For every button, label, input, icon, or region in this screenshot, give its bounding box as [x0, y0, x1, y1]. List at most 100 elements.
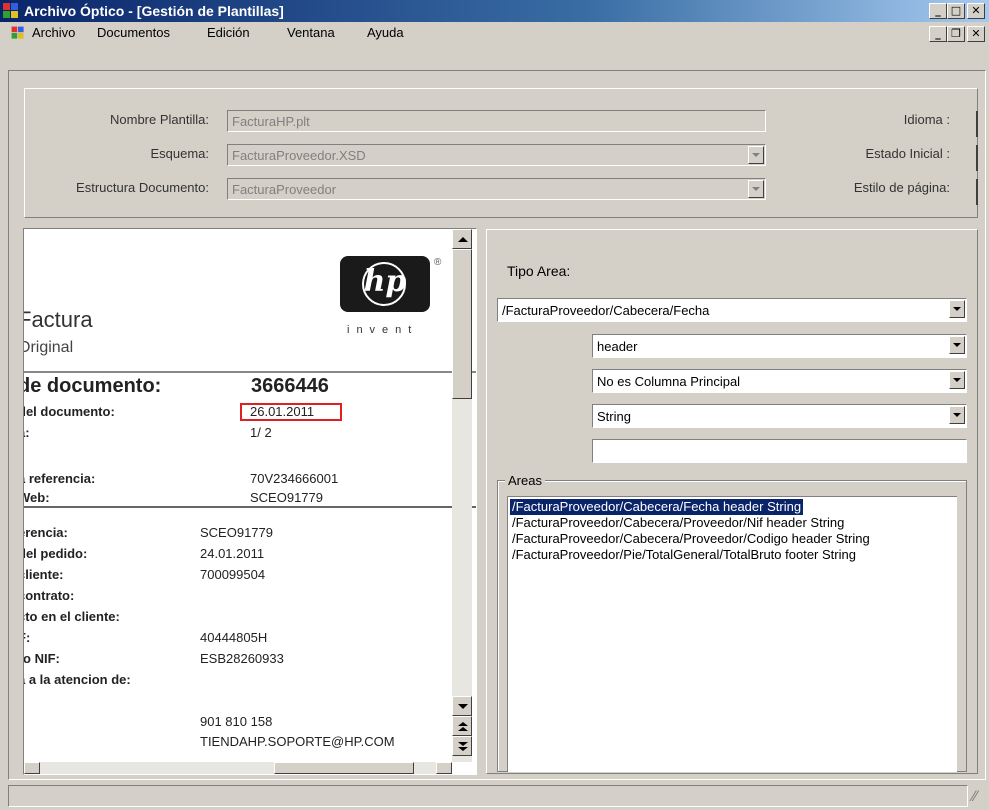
estilo-field-edge: [976, 179, 978, 205]
column-value: No es Columna Principal: [597, 374, 741, 389]
registered-mark: ®: [434, 257, 442, 268]
window-title: Archivo Óptico - [Gestión de Plantillas]: [24, 3, 284, 19]
menu-archivo[interactable]: Archivo: [32, 25, 75, 40]
list-item[interactable]: /FacturaProveedor/Pie/TotalGeneral/Total…: [510, 547, 858, 563]
page-down-button[interactable]: [452, 736, 472, 756]
row-label: del pedido:: [24, 546, 88, 561]
row-value: 40444805H: [200, 630, 268, 645]
app-icon[interactable]: [3, 3, 19, 19]
doc-rule: [24, 371, 476, 373]
scroll-left-button[interactable]: [24, 762, 40, 774]
type-select[interactable]: String: [592, 404, 967, 428]
row-label: a a la atencion de:: [24, 672, 131, 687]
menu-bar: Archivo Documentos Edición Ventana Ayuda…: [0, 22, 989, 44]
list-item[interactable]: /FacturaProveedor/Cabecera/Proveedor/Cod…: [510, 531, 872, 547]
row-value: 700099504: [200, 567, 266, 582]
horizontal-scrollbar[interactable]: [24, 762, 452, 774]
chevron-down-icon[interactable]: [748, 180, 764, 198]
h-scroll-thumb[interactable]: [274, 762, 414, 774]
section-value: header: [597, 339, 638, 354]
doc-title: Factura: [24, 307, 93, 332]
status-bar: ⁄⁄: [0, 781, 989, 810]
hp-logo: hp: [340, 256, 430, 312]
tipo-area-value: /FacturaProveedor/Cabecera/Fecha: [502, 303, 710, 318]
doc-number-label: de documento:: [24, 375, 162, 397]
row-value: SCEO91779: [200, 525, 273, 540]
row-label: cliente:: [24, 567, 64, 582]
list-item[interactable]: /FacturaProveedor/Cabecera/Fecha header …: [510, 499, 804, 515]
child-close-button[interactable]: ✕: [967, 26, 985, 42]
ref-label: a referencia:: [24, 471, 96, 486]
row-label: F:: [24, 630, 31, 645]
nombre-field[interactable]: FacturaHP.plt: [227, 110, 766, 132]
areas-list[interactable]: /FacturaProveedor/Cabecera/Fecha header …: [507, 496, 957, 772]
title-bar: Archivo Óptico - [Gestión de Plantillas]…: [0, 0, 989, 22]
estructura-select[interactable]: FacturaProveedor: [227, 178, 766, 200]
esquema-value: FacturaProveedor.XSD: [232, 148, 366, 163]
document-viewer: hp ® invent Factura Original de document…: [24, 229, 476, 774]
type-value: String: [597, 409, 631, 424]
estilo-label: Estilo de página:: [853, 180, 950, 195]
row-label: contrato:: [24, 588, 75, 603]
esquema-select[interactable]: FacturaProveedor.XSD: [227, 144, 766, 166]
row-label: cto en el cliente:: [24, 609, 120, 624]
idioma-label: Idioma :: [903, 112, 950, 127]
estado-label: Estado Inicial :: [865, 146, 950, 161]
header-panel: Nombre Plantilla: FacturaHP.plt Esquema:…: [24, 88, 978, 218]
doc-subtitle: Original: [24, 339, 74, 356]
estructura-label: Estructura Documento:: [76, 180, 209, 195]
chevron-down-icon[interactable]: [748, 146, 764, 164]
areas-label: Areas: [505, 473, 545, 488]
page-up-button[interactable]: [452, 716, 472, 736]
ref-value: 70V234666001: [250, 471, 339, 486]
menu-edicion[interactable]: Edición: [207, 25, 250, 40]
page-value: 1/ 2: [250, 425, 272, 440]
tipo-area-label: Tipo Area:: [507, 263, 571, 279]
estructura-value: FacturaProveedor: [232, 182, 337, 197]
row-label: erencia:: [24, 525, 68, 540]
list-item[interactable]: /FacturaProveedor/Cabecera/Proveedor/Nif…: [510, 515, 846, 531]
nombre-label: Nombre Plantilla:: [110, 112, 209, 127]
row-value: 24.01.2011: [200, 546, 265, 561]
menu-ventana[interactable]: Ventana: [287, 25, 335, 40]
maximize-button[interactable]: □: [947, 3, 965, 19]
hp-logo-text: hp: [363, 264, 407, 299]
row-label: ro NIF:: [24, 651, 60, 666]
row-value: ESB28260933: [200, 651, 284, 666]
highlight-box: [240, 403, 342, 421]
idioma-field-edge: [976, 111, 978, 137]
child-minimize-button[interactable]: _: [929, 26, 947, 42]
esquema-label: Esquema:: [150, 146, 209, 161]
doc-rule: [24, 506, 476, 508]
scroll-up-button[interactable]: [452, 229, 472, 249]
area-text-input[interactable]: [592, 439, 967, 463]
child-restore-button[interactable]: ❐: [947, 26, 965, 42]
page-label: a:: [24, 425, 30, 440]
web-label: Web:: [24, 490, 50, 505]
scroll-down-button[interactable]: [452, 696, 472, 716]
logo-tagline: invent: [347, 324, 419, 336]
scroll-right-button[interactable]: [436, 762, 452, 774]
web-value: SCEO91779: [250, 490, 323, 505]
estado-field-edge: [976, 145, 978, 171]
chevron-down-icon[interactable]: [949, 336, 965, 354]
scroll-thumb[interactable]: [452, 249, 472, 399]
fecha-label: del documento:: [24, 404, 115, 419]
column-select[interactable]: No es Columna Principal: [592, 369, 967, 393]
minimize-button[interactable]: _: [929, 3, 947, 19]
menu-ayuda[interactable]: Ayuda: [367, 25, 404, 40]
chevron-down-icon[interactable]: [949, 300, 965, 318]
size-grip-icon[interactable]: ⁄⁄: [972, 789, 986, 807]
menu-documentos[interactable]: Documentos: [97, 25, 170, 40]
chevron-down-icon[interactable]: [949, 371, 965, 389]
status-panel: [8, 785, 968, 807]
doc-number-value: 3666446: [251, 375, 329, 397]
section-select[interactable]: header: [592, 334, 967, 358]
vertical-scrollbar[interactable]: [452, 229, 472, 762]
area-panel: Tipo Area: /FacturaProveedor/Cabecera/Fe…: [486, 229, 978, 774]
tipo-area-select[interactable]: /FacturaProveedor/Cabecera/Fecha: [497, 298, 967, 322]
chevron-down-icon[interactable]: [949, 406, 965, 424]
email-value: TIENDAHP.SOPORTE@HP.COM: [200, 734, 395, 749]
child-window-icon[interactable]: [11, 26, 25, 40]
close-button[interactable]: ✕: [967, 3, 985, 19]
